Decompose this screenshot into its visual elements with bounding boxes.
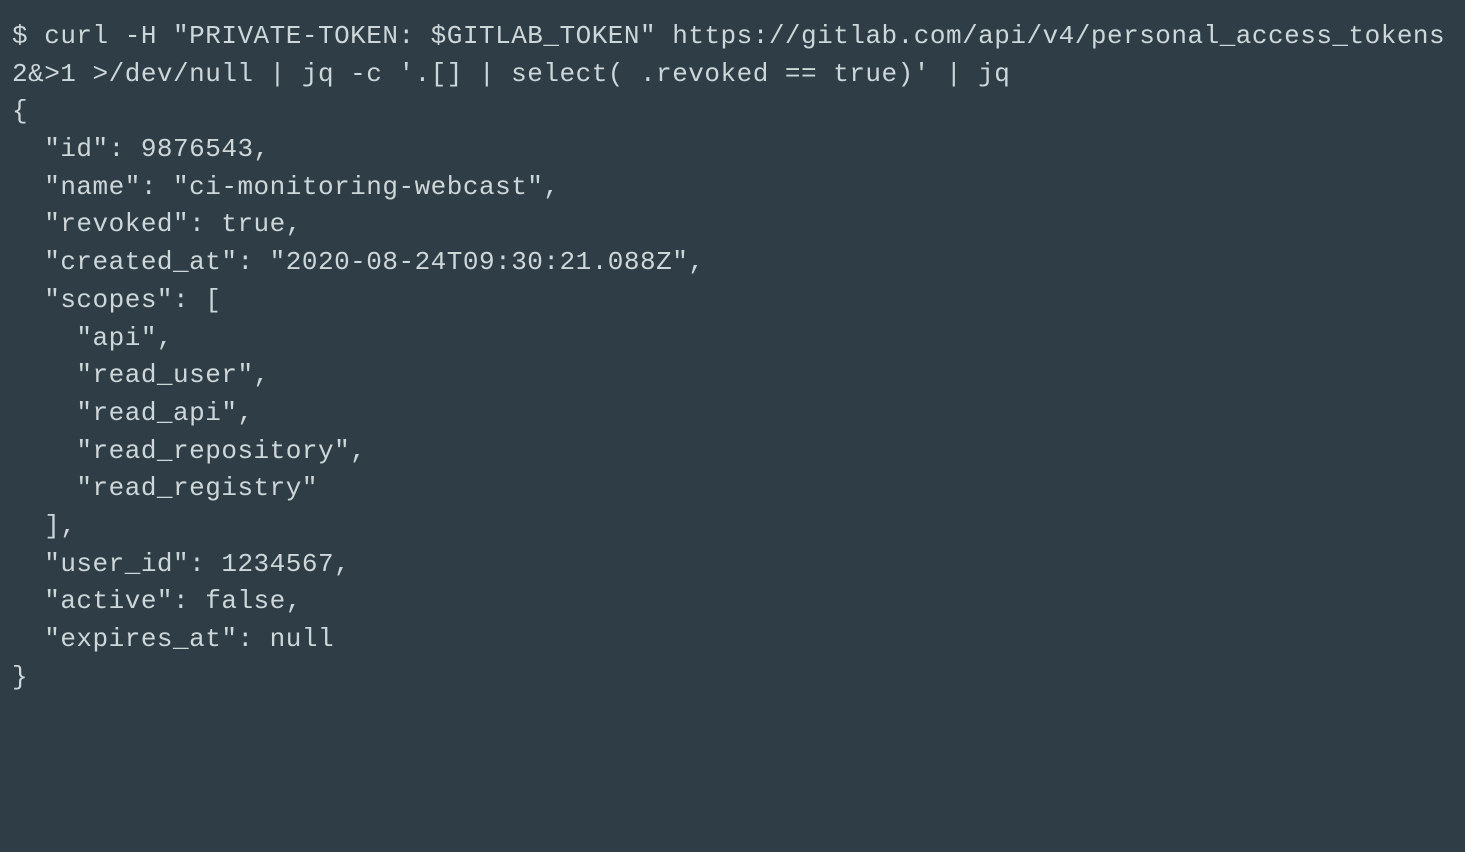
shell-prompt: $: [12, 21, 44, 51]
json-output: { "id": 9876543, "name": "ci-monitoring-…: [12, 96, 704, 691]
terminal-output: $ curl -H "PRIVATE-TOKEN: $GITLAB_TOKEN"…: [0, 0, 1465, 714]
shell-command: curl -H "PRIVATE-TOKEN: $GITLAB_TOKEN" h…: [12, 21, 1461, 89]
